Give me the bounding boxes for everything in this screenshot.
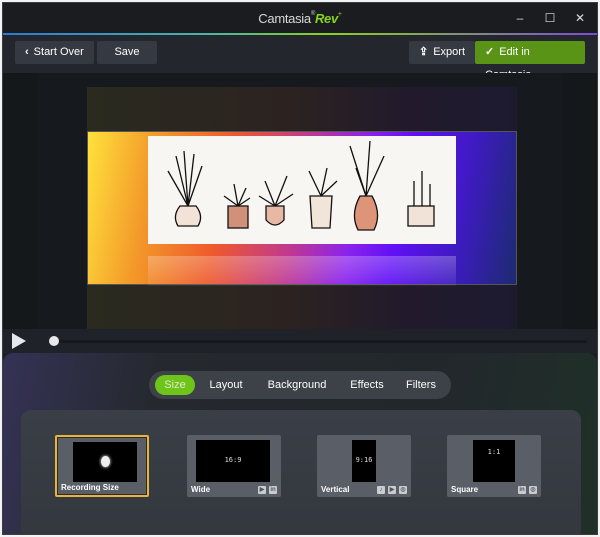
size-option-label: Wide: [191, 485, 211, 494]
minimize-icon: –: [516, 11, 524, 25]
youtube-icon: ▶: [388, 486, 396, 494]
size-options: Recording Size 16:9 Wide ▶ in 9:16 Verti…: [21, 410, 581, 534]
playback-bar: [3, 329, 597, 353]
save-button[interactable]: Save: [97, 41, 157, 64]
toolbar: ‹ Start Over Save ⇪ Export ✓Edit in Camtas…: [3, 35, 597, 81]
edit-in-camtasia-button[interactable]: ✓Edit in Camtasia: [475, 41, 585, 81]
platform-icons: ▶ in: [258, 486, 277, 494]
tab-layout[interactable]: Layout: [201, 375, 251, 395]
export-label: Export: [433, 46, 466, 58]
gradient-background[interactable]: [87, 131, 517, 286]
size-option-label: Recording Size: [61, 483, 119, 492]
app-title-brand: Rev: [314, 11, 338, 26]
wide-preview: 16:9: [196, 440, 270, 482]
start-over-label: Start Over: [33, 46, 84, 58]
plants-illustration: [167, 140, 435, 231]
tiktok-icon: ♪: [377, 486, 385, 494]
size-option-label: Square: [451, 485, 479, 494]
title-bar: Camtasia®Rev+ – ☐ ✕: [3, 3, 597, 33]
app-window: Camtasia®Rev+ – ☐ ✕ ‹ Start Over Save ⇪ Ex…: [2, 2, 598, 535]
app-title-text: Camtasia: [258, 11, 311, 26]
size-option-square[interactable]: 1:1 Square in ◎: [447, 435, 541, 497]
tab-size[interactable]: Size: [155, 375, 195, 395]
tab-filters[interactable]: Filters: [397, 375, 445, 395]
save-label: Save: [114, 46, 140, 58]
chevron-left-icon: ‹: [25, 46, 29, 58]
close-icon: ✕: [574, 11, 586, 25]
scrub-track[interactable]: [51, 340, 587, 343]
youtube-icon: ▶: [258, 486, 266, 494]
share-icon: ⇪: [419, 46, 429, 58]
vertical-preview: 9:16: [352, 440, 376, 482]
options-panel: Size Layout Background Effects Filters R…: [3, 353, 597, 534]
preview-margin-right: [563, 73, 597, 329]
start-over-button[interactable]: ‹ Start Over: [15, 41, 94, 64]
platform-icons: in ◎: [518, 486, 537, 494]
export-button[interactable]: ⇪ Export: [409, 41, 476, 64]
plus-mark: +: [337, 11, 342, 18]
image-reflection: [148, 256, 456, 286]
plants-image: [148, 136, 456, 244]
tab-background[interactable]: Background: [259, 375, 335, 395]
play-icon[interactable]: [12, 333, 26, 349]
minimize-button[interactable]: –: [509, 9, 531, 27]
ratio-label: 16:9: [224, 456, 242, 464]
size-option-wide[interactable]: 16:9 Wide ▶ in: [187, 435, 281, 497]
ratio-label: 1:1: [487, 447, 501, 456]
maximize-button[interactable]: ☐: [539, 9, 561, 27]
recording-preview: [73, 442, 137, 482]
preview-margin-left: [3, 73, 37, 329]
linkedin-icon: in: [518, 486, 526, 494]
app-title: Camtasia®Rev+: [3, 11, 597, 26]
instagram-icon: ◎: [529, 486, 537, 494]
size-option-vertical[interactable]: 9:16 Vertical ♪ ▶ ◎: [317, 435, 411, 497]
instagram-icon: ◎: [399, 486, 407, 494]
checkmark-icon: ✓: [485, 46, 495, 58]
maximize-icon: ☐: [544, 11, 556, 25]
linkedin-icon: in: [269, 486, 277, 494]
size-option-label: Vertical: [321, 485, 350, 494]
record-dot-icon: [101, 456, 110, 467]
size-option-recording[interactable]: Recording Size: [55, 435, 149, 497]
close-button[interactable]: ✕: [569, 9, 591, 27]
ratio-label: 9:16: [355, 456, 373, 464]
options-tabs: Size Layout Background Effects Filters: [149, 371, 451, 399]
tab-effects[interactable]: Effects: [341, 375, 393, 395]
video-preview: [3, 73, 597, 329]
scrub-handle[interactable]: [49, 336, 59, 346]
square-preview: 1:1: [473, 440, 515, 482]
platform-icons: ♪ ▶ ◎: [377, 486, 407, 494]
